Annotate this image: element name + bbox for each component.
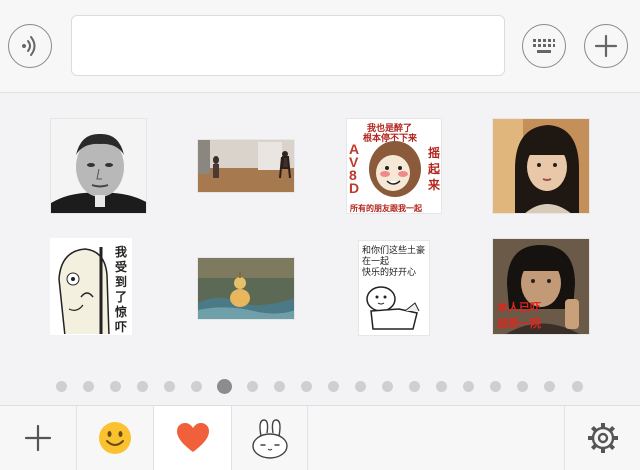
sticker-av8d-meme[interactable]: 我也是醉了 根本停不下来 AV8D 摇起来 所有的朋友跟我一起: [346, 118, 442, 214]
sticker-panel: 我也是醉了 根本停不下来 AV8D 摇起来 所有的朋友跟我一起 我受到了惊吓 和…: [0, 93, 640, 405]
sticker-text-line: 所有的朋友跟我一起: [350, 204, 422, 213]
sticker-text-line: 摇起来: [428, 146, 441, 192]
page-dot[interactable]: [490, 381, 501, 392]
page-dot[interactable]: [544, 381, 555, 392]
keyboard-icon: [533, 39, 555, 53]
page-dot[interactable]: [191, 381, 202, 392]
message-input[interactable]: [71, 15, 505, 76]
sticker-image: [51, 119, 146, 213]
sticker-image: [366, 286, 420, 330]
voice-input-button[interactable]: [8, 24, 52, 68]
page-dot[interactable]: [355, 381, 366, 392]
sticker-scared-meme[interactable]: 我受到了惊吓: [50, 238, 132, 335]
sticker-image: [198, 258, 294, 319]
keyboard-toggle-button[interactable]: [522, 24, 566, 68]
sticker-dance-room[interactable]: [197, 139, 295, 193]
page-dot[interactable]: [110, 381, 121, 392]
page-dot[interactable]: [436, 381, 447, 392]
rabbit-icon: [251, 419, 288, 459]
plus-icon: [594, 34, 618, 58]
sticker-text-line: 送到一院: [497, 317, 541, 330]
page-dot[interactable]: [83, 381, 94, 392]
page-dot-active[interactable]: [217, 379, 232, 394]
page-dot[interactable]: [463, 381, 474, 392]
page-dot[interactable]: [137, 381, 148, 392]
sticker-text-line: 本人已吓: [497, 301, 541, 314]
sticker-man-caption[interactable]: 本人已吓 送到一院: [492, 238, 590, 335]
sticker-golden-gourd[interactable]: [197, 257, 295, 320]
sticker-tab-bar: [0, 405, 640, 470]
page-dot[interactable]: [274, 381, 285, 392]
sticker-text-line: 我受到了惊吓: [115, 245, 128, 334]
sticker-image: [493, 119, 589, 213]
page-dot[interactable]: [409, 381, 420, 392]
page-dot[interactable]: [301, 381, 312, 392]
gear-icon: [587, 423, 618, 453]
voice-wave-icon: [22, 36, 36, 56]
chat-input-bar: [0, 0, 640, 93]
page-dot[interactable]: [517, 381, 528, 392]
page-dot[interactable]: [328, 381, 339, 392]
more-options-button[interactable]: [584, 24, 628, 68]
page-dot[interactable]: [382, 381, 393, 392]
sticker-image: [198, 140, 294, 192]
smiley-face-icon: [99, 422, 131, 454]
page-indicator: [0, 377, 640, 395]
plus-icon: [24, 424, 52, 452]
page-dot[interactable]: [56, 381, 67, 392]
tab-favorites[interactable]: [154, 406, 232, 470]
tab-rabbit-stickers[interactable]: [232, 406, 308, 470]
page-dot[interactable]: [164, 381, 175, 392]
tab-add-stickers[interactable]: [0, 406, 77, 470]
sticker-settings-button[interactable]: [564, 406, 640, 470]
tab-emoji[interactable]: [77, 406, 154, 470]
heart-icon: [176, 423, 209, 452]
page-dot[interactable]: [247, 381, 258, 392]
page-dot[interactable]: [572, 381, 583, 392]
sticker-man-portrait[interactable]: [50, 118, 147, 214]
sticker-tuhao-meme[interactable]: 和你们这些土豪 在一起 快乐的好开心: [358, 240, 430, 336]
sticker-girl-selfie[interactable]: [492, 118, 590, 214]
